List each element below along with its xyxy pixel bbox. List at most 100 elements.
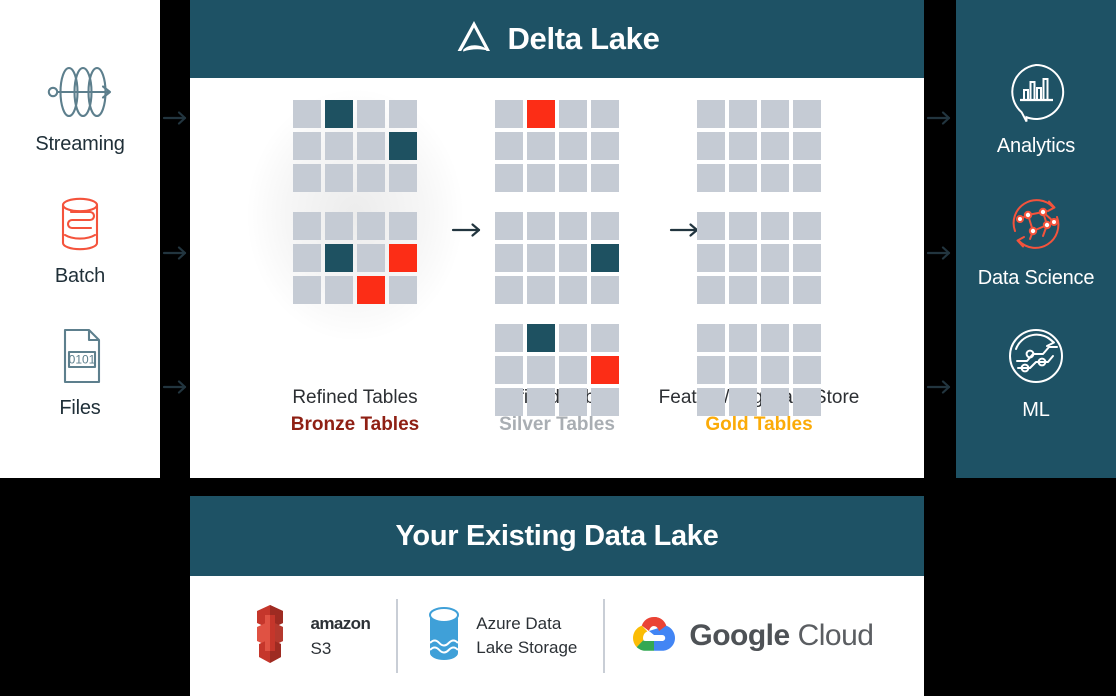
- source-label: Batch: [54, 264, 106, 287]
- aws-s3-bucket-icon: [241, 601, 299, 672]
- grid-cell: [527, 356, 555, 384]
- grid-cell: [591, 100, 619, 128]
- delta-lake-panel: Delta Lake Refined Tables Bronze Tables …: [190, 0, 924, 478]
- grid-cell: [761, 132, 789, 160]
- provider-google-cloud[interactable]: Google Cloud: [605, 599, 899, 673]
- grid-cell: [591, 132, 619, 160]
- consumer-item-ml[interactable]: ML: [956, 306, 1116, 438]
- grid-cell: [495, 212, 523, 240]
- grid-cell: [293, 244, 321, 272]
- grid-cell: [389, 132, 417, 160]
- right-arrow-icon: [160, 243, 190, 263]
- grid-cell: [495, 324, 523, 352]
- source-item-streaming[interactable]: Streaming: [0, 42, 160, 174]
- grid-cell: [527, 132, 555, 160]
- grid-cell: [761, 164, 789, 192]
- grid-cell: [357, 164, 385, 192]
- grid-cell: [325, 244, 353, 272]
- grid-cell: [357, 132, 385, 160]
- grid-cell: [729, 276, 757, 304]
- grid-cell: [697, 244, 725, 272]
- grid-cell: [527, 164, 555, 192]
- consumer-label: Data Science: [977, 266, 1095, 289]
- grid-cell: [729, 212, 757, 240]
- grid-cell: [697, 388, 725, 416]
- grid-cell: [293, 132, 321, 160]
- data-lake-title: Your Existing Data Lake: [395, 519, 719, 552]
- source-item-files[interactable]: 0101 Files: [0, 306, 160, 438]
- grid-cell: [293, 212, 321, 240]
- grid-block: [495, 212, 619, 304]
- provider-name-line2: Cloud: [797, 619, 874, 652]
- bronze-grid-stack: [293, 100, 417, 304]
- stage-title: Refined Tables: [292, 387, 418, 408]
- right-arrow-icon: [924, 243, 954, 263]
- grid-cell: [389, 100, 417, 128]
- grid-cell: [697, 100, 725, 128]
- grid-cell: [325, 212, 353, 240]
- consumer-item-data-science[interactable]: Data Science: [956, 174, 1116, 306]
- grid-cell: [495, 100, 523, 128]
- grid-cell: [325, 276, 353, 304]
- grid-cell: [697, 212, 725, 240]
- grid-cell: [761, 276, 789, 304]
- right-arrow-icon: [160, 108, 190, 128]
- grid-cell: [495, 356, 523, 384]
- source-item-batch[interactable]: Batch: [0, 174, 160, 306]
- gold-grid-stack: [697, 100, 821, 416]
- grid-cell: [729, 132, 757, 160]
- grid-cell: [729, 100, 757, 128]
- database-batch-icon: [42, 193, 118, 255]
- google-cloud-icon: [631, 613, 677, 660]
- provider-aws-s3[interactable]: amazon S3: [215, 599, 397, 673]
- grid-cell: [293, 100, 321, 128]
- grid-cell: [389, 244, 417, 272]
- azure-wordmark: Azure Data Lake Storage: [476, 612, 577, 660]
- grid-cell: [793, 356, 821, 384]
- file-binary-icon: 0101: [42, 325, 118, 387]
- aws-s3-wordmark: amazon S3: [311, 611, 371, 661]
- delta-lake-triangle-icon: [454, 18, 494, 61]
- consumer-flow-arrows: [924, 78, 956, 478]
- grid-cell: [761, 356, 789, 384]
- grid-cell: [559, 324, 587, 352]
- source-flow-arrows: [160, 78, 190, 478]
- grid-cell: [559, 132, 587, 160]
- grid-cell: [495, 132, 523, 160]
- grid-cell: [591, 324, 619, 352]
- grid-cell: [591, 388, 619, 416]
- grid-cell: [293, 276, 321, 304]
- grid-cell: [793, 244, 821, 272]
- grid-cell: [389, 164, 417, 192]
- grid-cell: [495, 244, 523, 272]
- grid-cell: [527, 276, 555, 304]
- data-sources-panel: Streaming Batch 0101 Files: [0, 0, 160, 478]
- consumer-label: ML: [1022, 398, 1050, 421]
- grid-cell: [793, 324, 821, 352]
- grid-cell: [591, 244, 619, 272]
- grid-cell: [761, 388, 789, 416]
- grid-cell: [559, 356, 587, 384]
- grid-cell: [697, 356, 725, 384]
- grid-cell: [591, 164, 619, 192]
- provider-name-line1: amazon: [310, 614, 371, 633]
- silver-grid-stack: [495, 100, 619, 416]
- stage-subtitle: Bronze Tables: [290, 414, 420, 435]
- grid-cell: [697, 164, 725, 192]
- stage-bronze: Refined Tables Bronze Tables: [247, 90, 463, 435]
- svg-text:0101: 0101: [69, 352, 96, 366]
- delta-lake-title: Delta Lake: [507, 21, 660, 56]
- grid-cell: [559, 276, 587, 304]
- grid-cell: [559, 164, 587, 192]
- consumer-item-analytics[interactable]: Analytics: [956, 42, 1116, 174]
- grid-cell: [527, 388, 555, 416]
- provider-name-line1: Azure Data: [476, 614, 562, 633]
- grid-cell: [325, 132, 353, 160]
- medallion-stages: Refined Tables Bronze Tables Refined Tab…: [190, 78, 924, 478]
- grid-cell: [527, 212, 555, 240]
- grid-cell: [729, 164, 757, 192]
- data-science-network-icon: [1003, 191, 1069, 257]
- provider-azure-adls[interactable]: Azure Data Lake Storage: [398, 599, 603, 673]
- grid-cell: [527, 244, 555, 272]
- bronze-labels: Refined Tables Bronze Tables: [291, 384, 419, 438]
